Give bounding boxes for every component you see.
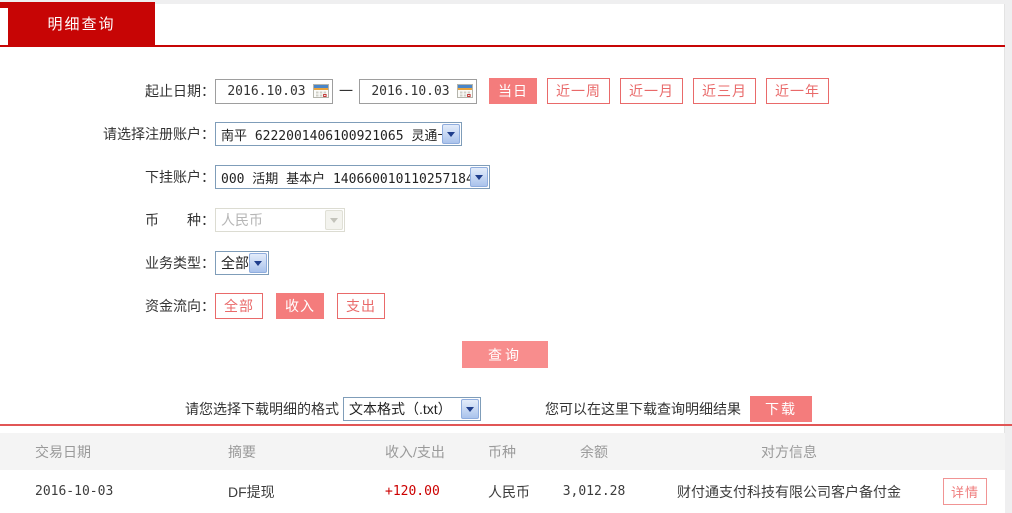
register-account-select[interactable]: 南平 6222001406100921065 灵通卡 [215,122,462,146]
fund-direction-income-button[interactable]: 收入 [276,293,324,319]
sub-account-value: 000 活期 基本户 1406600101102571848 [221,171,482,187]
register-account-row: 请选择注册账户： 南平 6222001406100921065 灵通卡 [0,121,1005,147]
business-type-value: 全部 [221,255,249,271]
fund-direction-expense-button[interactable]: 支出 [337,293,385,319]
business-type-label: 业务类型： [145,255,215,271]
header-income-expense: 收入/支出 [385,443,445,460]
tab-strip-accent-bar [0,2,155,8]
download-format-label: 请您选择下载明细的格式 [185,401,339,417]
chevron-down-icon [470,167,488,187]
query-button[interactable]: 查询 [462,341,548,368]
quick-range-year-button[interactable]: 近一年 [766,78,829,104]
quick-range-quarter-button[interactable]: 近三月 [693,78,756,104]
date-range-row: 起止日期： 2016.10.03 一 2016.10.03 当日 近一周 近一月… [0,78,1005,104]
chevron-down-icon [325,210,343,230]
chevron-down-icon [249,253,267,273]
sub-account-row: 下挂账户： 000 活期 基本户 1406600101102571848 [0,164,1005,190]
tab-detail-query-label: 明细查询 [47,16,116,33]
chevron-down-icon [461,399,479,419]
header-trade-date: 交易日期 [35,443,91,460]
quick-range-today-button[interactable]: 当日 [489,78,537,104]
detail-button[interactable]: 详情 [942,478,987,505]
tab-underline [0,45,1005,47]
quick-range-month-button[interactable]: 近一月 [620,78,683,104]
end-date-value: 2016.10.03 [371,83,450,99]
business-type-select[interactable]: 全部 [215,251,269,275]
date-range-label: 起止日期： [145,83,215,99]
download-button[interactable]: 下载 [750,396,812,422]
calendar-icon[interactable] [457,83,473,99]
sub-account-label: 下挂账户： [145,169,215,185]
currency-value: 人民币 [221,212,263,228]
fund-direction-label: 资金流向： [145,298,215,314]
register-account-value: 南平 6222001406100921065 灵通卡 [221,128,451,144]
cell-trade-date: 2016-10-03 [35,484,114,499]
chevron-down-icon [442,124,460,144]
end-date-input[interactable]: 2016.10.03 [359,78,477,104]
table-header-row: 交易日期 摘要 收入/支出 币种 余额 对方信息 [0,433,1005,470]
business-type-row: 业务类型： 全部 [0,250,1005,276]
currency-row: 币 种： 人民币 [0,207,1005,233]
date-separator: 一 [339,83,353,99]
fund-direction-all-button[interactable]: 全部 [215,293,263,319]
table-row: 2016-10-03 DF提现 +120.00 人民币 3,012.28 财付通… [0,470,1005,513]
register-account-label: 请选择注册账户： [103,126,215,142]
header-counterparty: 对方信息 [761,443,817,460]
currency-select: 人民币 [215,208,345,232]
tab-detail-query[interactable]: 明细查询 [8,2,155,45]
cell-amount: +120.00 [385,484,440,499]
cell-summary: DF提现 [228,483,275,500]
sub-account-select[interactable]: 000 活期 基本户 1406600101102571848 [215,165,490,189]
download-row: 请您选择下载明细的格式 文本格式（.txt） 您可以在这里下载查询明细结果 下载 [185,396,1005,422]
header-summary: 摘要 [228,443,256,460]
header-currency: 币种 [488,443,516,460]
cell-balance: 3,012.28 [562,484,626,499]
cell-currency: 人民币 [488,483,530,500]
header-balance: 余额 [580,443,608,460]
table-top-divider [0,424,1012,426]
download-format-value: 文本格式（.txt） [349,401,452,417]
currency-label: 币 种： [145,212,215,228]
calendar-icon[interactable] [313,83,329,99]
start-date-value: 2016.10.03 [227,83,306,99]
cell-counterparty: 财付通支付科技有限公司客户备付金 [677,483,901,500]
quick-range-week-button[interactable]: 近一周 [547,78,610,104]
fund-direction-row: 资金流向： 全部 收入 支出 [0,293,1005,319]
start-date-input[interactable]: 2016.10.03 [215,78,333,104]
query-form: 起止日期： 2016.10.03 一 2016.10.03 当日 近一周 近一月… [0,51,1005,422]
download-format-select[interactable]: 文本格式（.txt） [343,397,481,421]
download-result-hint: 您可以在这里下载查询明细结果 [545,401,741,417]
